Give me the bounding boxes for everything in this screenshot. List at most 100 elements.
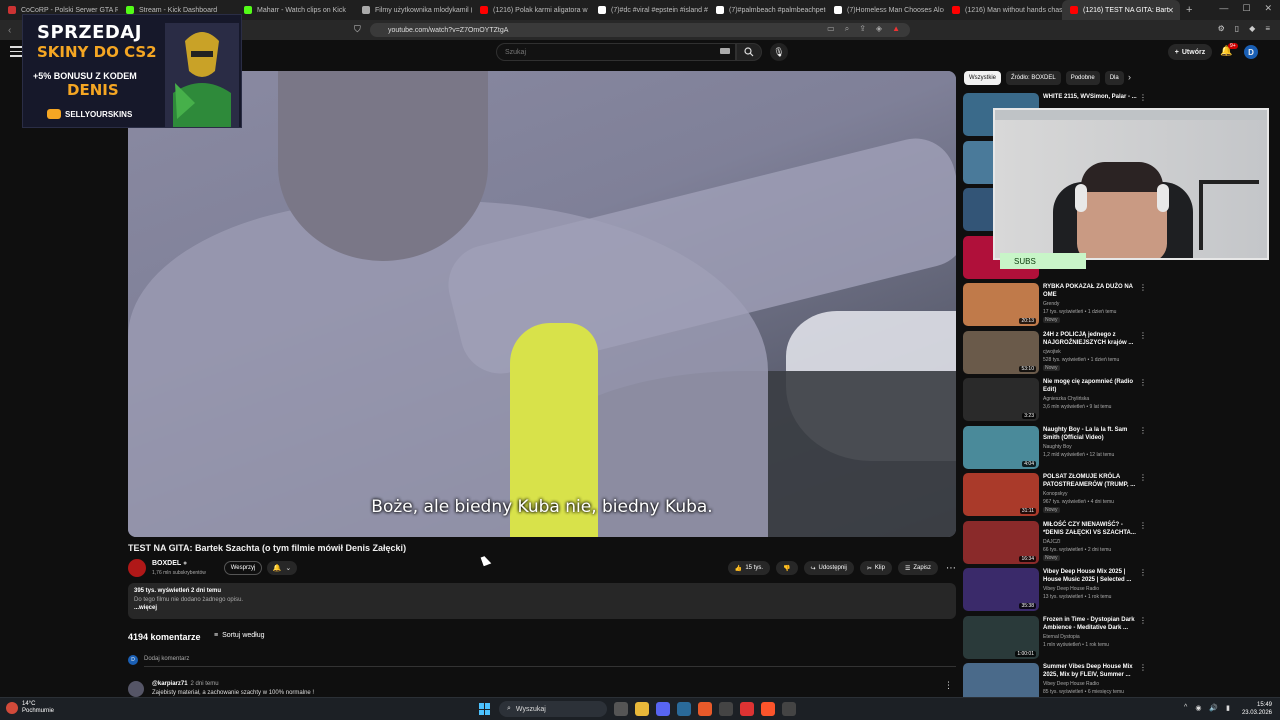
network-icon[interactable]: ◉ [1195, 704, 1201, 712]
recommended-video[interactable]: 20:13 RYBKA POKAZAŁ ZA DUŻO NA OME Grendy 1… [963, 283, 1153, 326]
filter-chip[interactable]: Źródło: BOXDEL [1006, 71, 1061, 85]
recommended-channel[interactable]: Vibey Deep House Radio [1043, 586, 1099, 592]
keyboard-icon[interactable] [720, 48, 730, 54]
recommended-video[interactable]: 31:11 POLSAT ZŁOMUJE KRÓLA PATOSTREAMERÓW… [963, 473, 1153, 516]
more-actions-icon[interactable]: ⋯ [946, 563, 956, 574]
recommended-channel[interactable]: Eternal Dystopia [1043, 634, 1080, 640]
support-button[interactable]: Wesprzyj [224, 561, 262, 575]
zoom-icon[interactable]: ⌕ [845, 24, 849, 34]
dislike-button[interactable]: 👎 [776, 561, 798, 575]
recommended-video[interactable]: 1:00:01 Frozen in Time - Dystopian Dark A… [963, 616, 1153, 659]
video-thumbnail[interactable]: 53:10 [963, 331, 1039, 374]
recommended-title[interactable]: WHITE 2115, WVSimon, Palar - ... [1043, 93, 1139, 101]
commenter-avatar[interactable] [128, 681, 144, 697]
steam-icon[interactable] [677, 702, 691, 716]
filter-chip[interactable]: Dla [1104, 71, 1124, 85]
recommended-video[interactable]: 53:10 24H z POLICJĄ jednego z NAJGROŹNIEJ… [963, 331, 1153, 374]
video-thumbnail[interactable]: 1:00:01 [963, 616, 1039, 659]
windows-start-icon[interactable] [479, 703, 491, 715]
recommended-channel[interactable]: Konopskyy [1043, 491, 1067, 497]
browser-tab[interactable]: (1216) Man without hands chasing [944, 0, 1062, 20]
recommended-title[interactable]: RYBKA POKAZAŁ ZA DUŻO NA OME [1043, 283, 1139, 299]
browser-tab[interactable]: Filmy użytkownika mlodykamil (@ [354, 0, 472, 20]
video-menu-icon[interactable]: ⋮ [1139, 663, 1147, 672]
video-menu-icon[interactable]: ⋮ [1139, 331, 1147, 340]
like-button[interactable]: 👍 15 tys. [727, 561, 771, 575]
settings-icon[interactable] [782, 702, 796, 716]
warning-icon[interactable]: ▲ [892, 24, 900, 34]
close-tab-icon[interactable]: ✕ [1167, 6, 1174, 15]
video-thumbnail[interactable]: 16:34 [963, 521, 1039, 564]
video-player[interactable]: Boże, ale biedny Kuba nie, biedny Kuba. [128, 71, 956, 537]
add-comment-input[interactable]: Dodaj komentarz [144, 656, 956, 667]
video-thumbnail[interactable]: 4:04 [963, 426, 1039, 469]
sidebar-icon[interactable]: ▯ [1235, 24, 1239, 33]
recommended-title[interactable]: MIŁOŚĆ CZY NIENAWIŚĆ? - *DENIS ZAŁĘCKI V… [1043, 521, 1139, 537]
recommended-title[interactable]: Nie mogę cię zapomnieć (Radio Edit) [1043, 378, 1139, 394]
discord-icon[interactable] [656, 702, 670, 716]
file-explorer-icon[interactable] [635, 702, 649, 716]
comment-menu-icon[interactable]: ⋮ [944, 680, 953, 691]
subscription-bell-button[interactable]: 🔔 ⌄ [267, 561, 297, 575]
video-thumbnail[interactable]: 35:38 [963, 568, 1039, 611]
recommended-video[interactable]: 3:23 Nie mogę cię zapomnieć (Radio Edit) A… [963, 378, 1153, 421]
create-button[interactable]: + Utwórz [1168, 44, 1212, 60]
volume-icon[interactable]: 🔊 [1209, 704, 1218, 712]
account-avatar[interactable]: D [1244, 45, 1258, 59]
sort-comments-button[interactable]: ≡ Sortuj według [214, 632, 265, 639]
recommended-title[interactable]: 24H z POLICJĄ jednego z NAJGROŹNIEJSZYCH… [1043, 331, 1139, 347]
recommended-title[interactable]: Frozen in Time - Dystopian Dark Ambience… [1043, 616, 1139, 632]
search-button[interactable] [736, 43, 762, 61]
video-menu-icon[interactable]: ⋮ [1139, 521, 1147, 530]
save-button[interactable]: ☰ Zapisz [897, 561, 938, 575]
video-menu-icon[interactable]: ⋮ [1139, 568, 1147, 577]
menu-dots-icon[interactable]: ≡ [1265, 24, 1270, 33]
task-view-icon[interactable] [614, 702, 628, 716]
recommended-title[interactable]: POLSAT ZŁOMUJE KRÓLA PATOSTREAMERÓW (TRU… [1043, 473, 1139, 489]
video-menu-icon[interactable]: ⋮ [1139, 616, 1147, 625]
clock[interactable]: 15:49 23.03.2026 [1242, 701, 1272, 717]
recommended-channel[interactable]: Grendy [1043, 301, 1059, 307]
video-menu-icon[interactable]: ⋮ [1139, 283, 1147, 292]
close-window-icon[interactable]: ✕ [1264, 3, 1272, 14]
channel-name[interactable]: BOXDEL ● [152, 560, 187, 567]
share-icon[interactable]: ⇪ [859, 24, 866, 34]
hamburger-menu-icon[interactable] [10, 46, 22, 58]
recommended-channel[interactable]: cjwojtek [1043, 349, 1061, 355]
browser-tab[interactable]: (7)Homeless Man Chooses Alcoho [826, 0, 944, 20]
recommended-title[interactable]: Vibey Deep House Mix 2025 | House Music … [1043, 568, 1139, 584]
recommended-video[interactable]: 4:04 Naughty Boy - La la la ft. Sam Smith… [963, 426, 1153, 469]
voice-search-button[interactable]: 🎙 [770, 43, 788, 61]
recommended-channel[interactable]: Vibey Deep House Radio [1043, 681, 1099, 687]
video-thumbnail[interactable]: 20:13 [963, 283, 1039, 326]
share-button[interactable]: ↪ Udostępnij [803, 561, 854, 575]
channel-avatar[interactable] [128, 559, 146, 577]
video-thumbnail[interactable]: 3:23 [963, 378, 1039, 421]
recommended-channel[interactable]: Naughty Boy [1043, 444, 1072, 450]
video-menu-icon[interactable]: ⋮ [1139, 426, 1147, 435]
obs-icon[interactable] [719, 702, 733, 716]
clip-button[interactable]: ✂ Klip [859, 561, 892, 575]
shield-icon[interactable]: ◈ [876, 24, 882, 34]
battery-icon[interactable]: ▮ [1226, 704, 1230, 712]
recommended-channel[interactable]: Agnieszka Chylińska [1043, 396, 1089, 402]
commenter-name[interactable]: @karpiarz71 2 dni temu [152, 681, 219, 687]
tray-chevron-icon[interactable]: ^ [1184, 704, 1187, 712]
cast-icon[interactable]: ▭ [827, 24, 835, 34]
weather-widget[interactable]: 14°C Pochmurnie [6, 701, 54, 715]
search-input[interactable]: Szukaj [496, 43, 736, 61]
new-tab-icon[interactable]: + [1180, 4, 1198, 16]
browser-tab[interactable]: (1216) Polak karmi aligatora w USA [472, 0, 590, 20]
bookmark-icon[interactable]: ⛉ [354, 24, 361, 35]
app-icon[interactable] [740, 702, 754, 716]
browser-tab[interactable]: (7)#palmbeach #palmbeachpete # [708, 0, 826, 20]
video-menu-icon[interactable]: ⋮ [1139, 93, 1147, 102]
video-menu-icon[interactable]: ⋮ [1139, 378, 1147, 387]
recommended-channel[interactable]: DAJCZI [1043, 539, 1061, 545]
browser-tab[interactable]: (1216) TEST NA GITA: Bart ✕ [1062, 0, 1180, 20]
wallet-icon[interactable]: ◆ [1249, 24, 1255, 33]
recommended-video[interactable]: 16:34 MIŁOŚĆ CZY NIENAWIŚĆ? - *DENIS ZAŁĘ… [963, 521, 1153, 564]
video-thumbnail[interactable]: 31:11 [963, 473, 1039, 516]
back-icon[interactable]: ‹ [8, 25, 11, 36]
filter-chip[interactable]: Podobne [1065, 71, 1100, 85]
